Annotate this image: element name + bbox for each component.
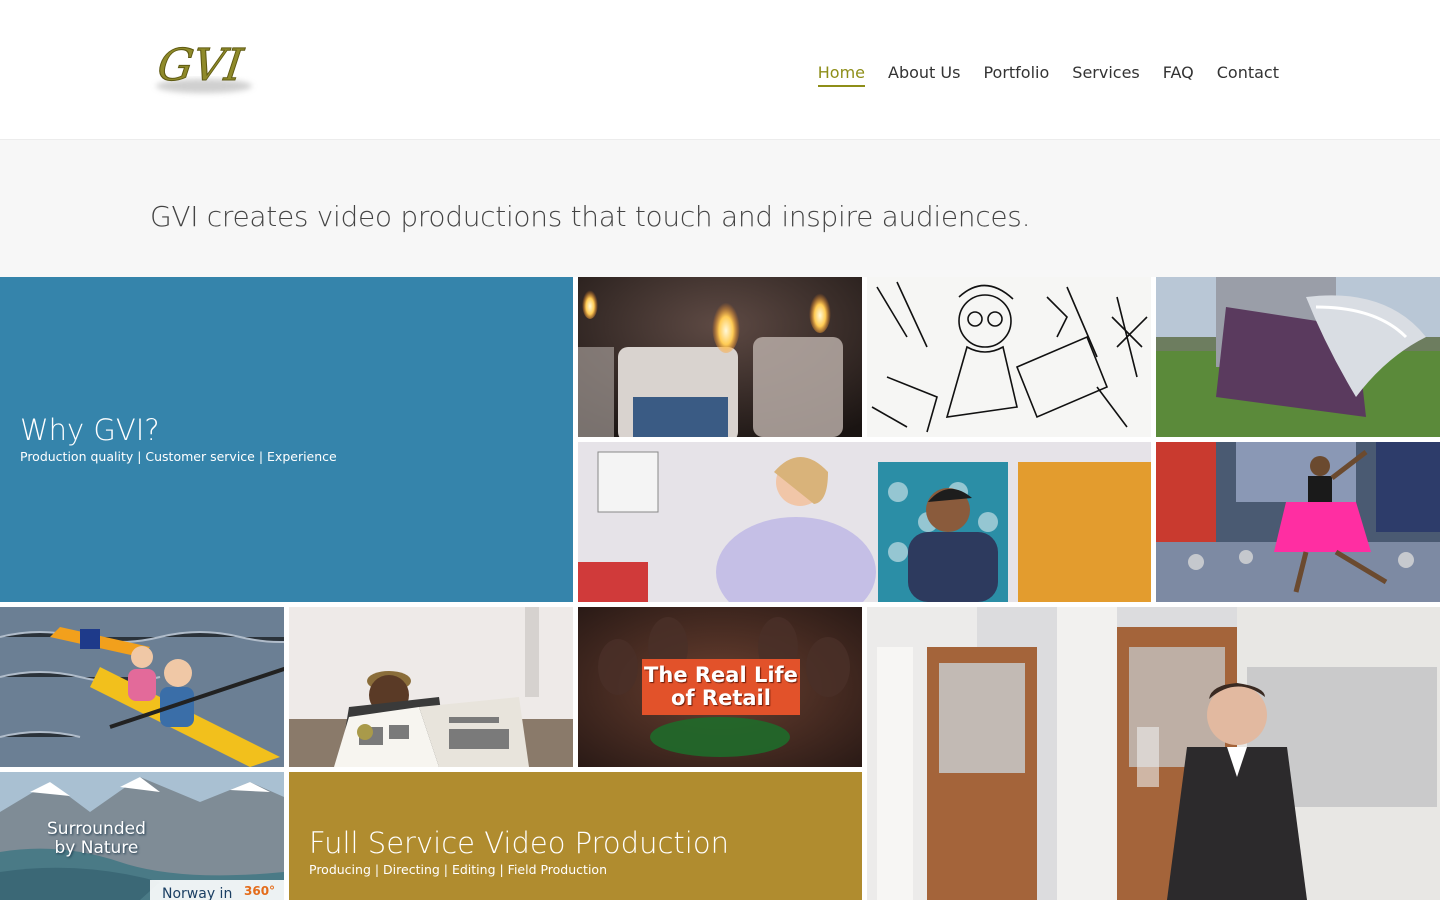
nav-about-us[interactable]: About Us: [888, 62, 960, 87]
gvi-logo-icon: GVI: [149, 39, 252, 93]
tagline-band: GVI creates video productions that touch…: [0, 140, 1440, 277]
nav-faq[interactable]: FAQ: [1163, 62, 1194, 87]
classroom-image: [578, 442, 1151, 602]
nav-contact[interactable]: Contact: [1217, 62, 1279, 87]
retail-title-banner: The Real Life of Retail: [642, 659, 800, 715]
newspaper-image: [289, 607, 573, 767]
dancer-image: [1156, 442, 1440, 602]
norway-title-line-1: Surrounded: [47, 819, 146, 839]
norway-title-line-2: by Nature: [54, 838, 139, 858]
full-service-subtitle: Producing | Directing | Editing | Field …: [309, 862, 607, 877]
thumbnail-kayak[interactable]: [0, 607, 284, 767]
retail-title-line-1: The Real Life: [644, 663, 798, 687]
tagline-text: GVI creates video productions that touch…: [150, 200, 1031, 233]
thumbnail-norway[interactable]: Surrounded by Nature Norway in 360°: [0, 772, 284, 900]
main-nav: Home About Us Portfolio Services FAQ Con…: [795, 62, 1279, 87]
thumbnail-office[interactable]: [867, 607, 1440, 900]
thumbnail-candles[interactable]: [578, 277, 862, 437]
retail-title-line-2: of Retail: [671, 686, 771, 710]
thumbnail-dancer[interactable]: [1156, 442, 1440, 602]
full-service-title: Full Service Video Production: [309, 826, 729, 860]
why-gvi-title: Why GVI?: [20, 413, 160, 447]
nav-portfolio[interactable]: Portfolio: [983, 62, 1049, 87]
svg-text:GVI: GVI: [150, 39, 251, 91]
norway-360-badge: 360°: [244, 884, 276, 898]
thumbnail-classroom[interactable]: [578, 442, 1151, 602]
full-service-tile[interactable]: Full Service Video Production Producing …: [289, 772, 862, 900]
site-header: GVI Home About Us Portfolio Services FAQ…: [0, 0, 1440, 140]
nav-services[interactable]: Services: [1072, 62, 1139, 87]
nav-home[interactable]: Home: [817, 62, 866, 87]
candles-image: [578, 277, 862, 437]
why-gvi-tile[interactable]: Why GVI? Production quality | Customer s…: [0, 277, 573, 602]
thumbnail-newspaper[interactable]: [289, 607, 573, 767]
thumbnail-sculpture[interactable]: [1156, 277, 1440, 437]
kayak-image: [0, 607, 284, 767]
why-gvi-subtitle: Production quality | Customer service | …: [20, 449, 337, 464]
gvi-logo[interactable]: GVI: [148, 22, 260, 104]
norway-subtitle: Norway in: [162, 886, 233, 900]
norway-title: Surrounded by Nature: [47, 820, 146, 858]
thumbnail-sketch[interactable]: [867, 277, 1151, 437]
sculpture-image: [1156, 277, 1440, 437]
thumbnail-real-life-of-retail[interactable]: The Real Life of Retail: [578, 607, 862, 767]
sketch-image: [867, 277, 1151, 437]
office-image: [867, 607, 1440, 900]
